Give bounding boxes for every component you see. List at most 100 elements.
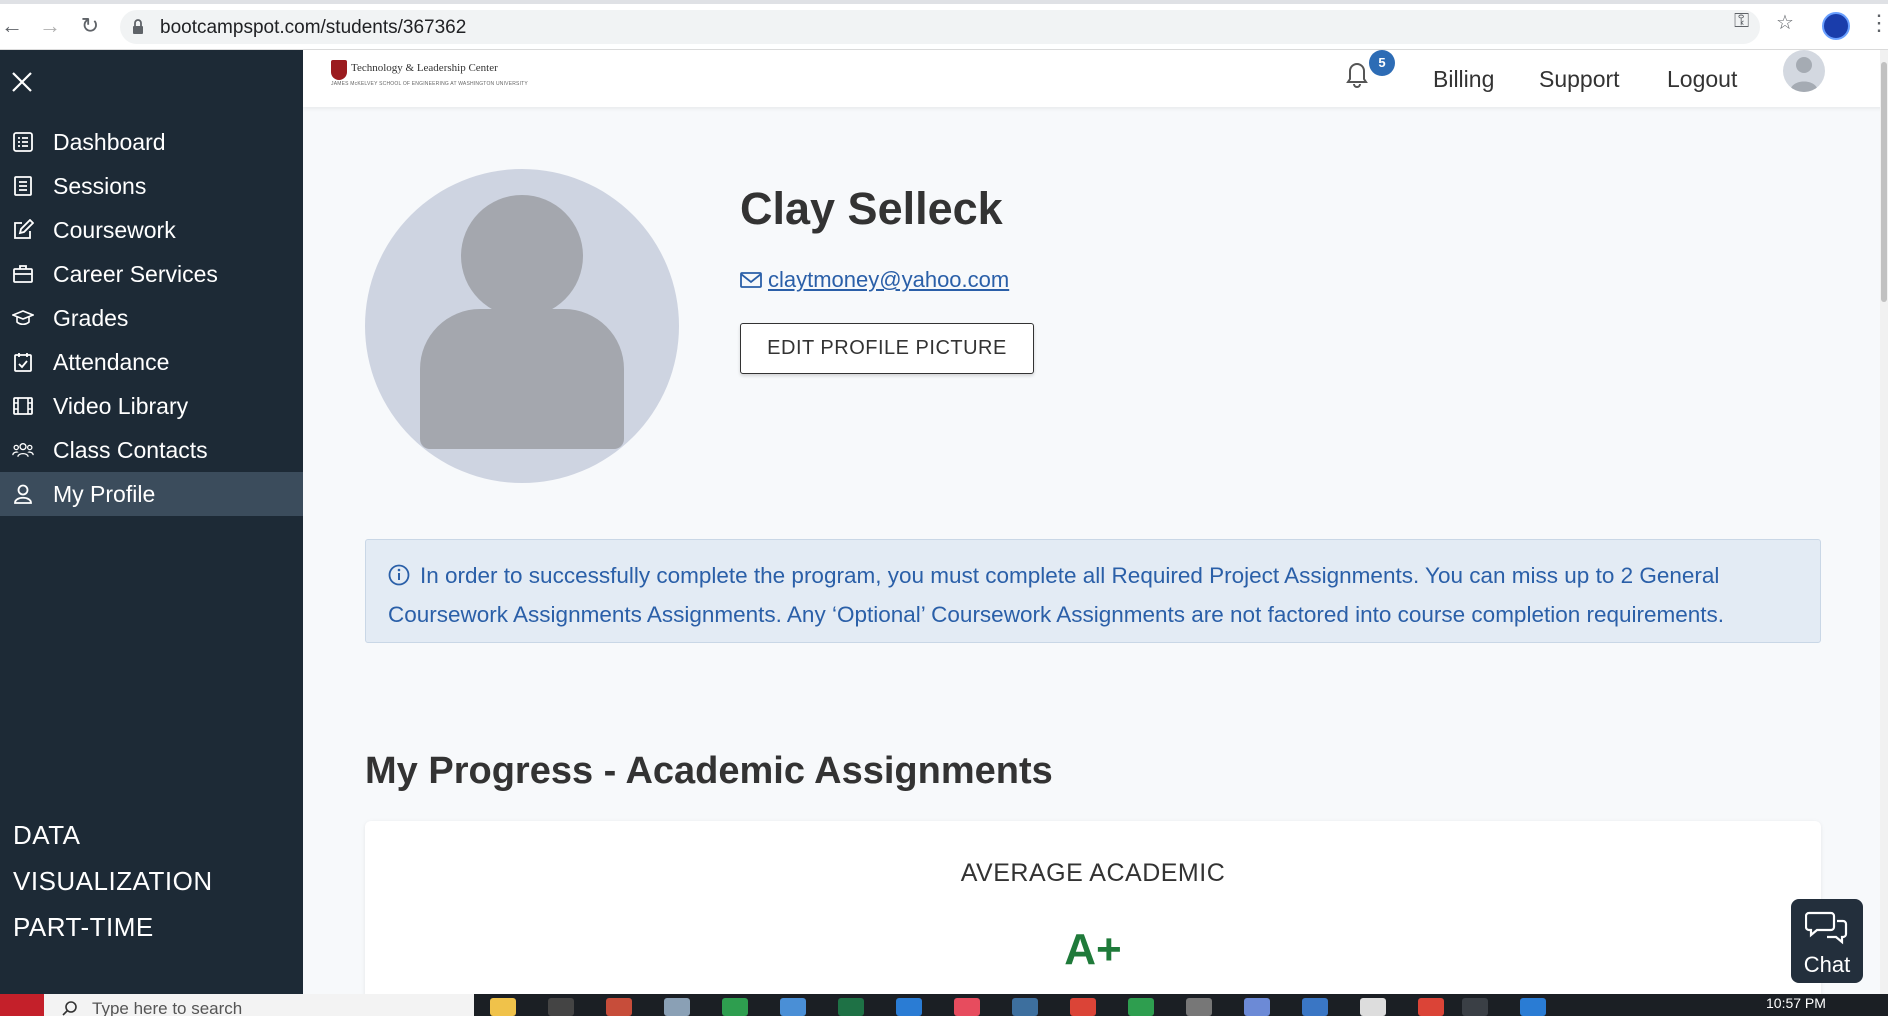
sidebar-item-label: Attendance: [53, 348, 170, 375]
sidebar-item-grades[interactable]: Grades: [0, 296, 303, 340]
sidebar-item-label: Career Services: [53, 260, 218, 287]
briefcase-icon: [12, 263, 34, 285]
sidebar-item-label: Grades: [53, 304, 129, 331]
chrome-icon[interactable]: [1070, 998, 1096, 1016]
main-content: Clay Selleck claytmoney@yahoo.com EDIT P…: [303, 107, 1888, 1011]
profile-picture: [365, 169, 679, 483]
info-icon: [388, 564, 410, 586]
taskbar-search[interactable]: Type here to search: [44, 994, 474, 1016]
chat-button[interactable]: Chat: [1791, 899, 1863, 983]
sidebar-item-class-contacts[interactable]: Class Contacts: [0, 428, 303, 472]
excel-icon[interactable]: [838, 998, 864, 1016]
sidebar-item-sessions[interactable]: Sessions: [0, 164, 303, 208]
app-icon[interactable]: [1360, 998, 1386, 1016]
system-clock: 10:57 PM: [1766, 995, 1826, 1011]
document-icon: [12, 175, 34, 197]
app-icon[interactable]: [1128, 998, 1154, 1016]
chrome-icon[interactable]: [1418, 998, 1444, 1016]
average-grade-card: AVERAGE ACADEMIC A+: [365, 821, 1821, 1011]
start-button[interactable]: [0, 994, 44, 1016]
sidebar-item-attendance[interactable]: Attendance: [0, 340, 303, 384]
crest-icon: [331, 60, 347, 80]
reload-icon[interactable]: ↻: [78, 14, 102, 38]
paint-icon[interactable]: [606, 998, 632, 1016]
edit-profile-picture-button[interactable]: EDIT PROFILE PICTURE: [740, 323, 1034, 374]
info-alert: In order to successfully complete the pr…: [365, 539, 1821, 643]
back-icon[interactable]: ←: [0, 14, 24, 38]
users-icon: [12, 439, 34, 461]
sidebar-item-label: Sessions: [53, 172, 147, 199]
sidebar-item-label: My Profile: [53, 480, 156, 507]
envelope-icon: [740, 272, 762, 288]
university-logo[interactable]: Technology & Leadership Center JAMES McK…: [331, 60, 528, 90]
file-explorer-icon[interactable]: [490, 998, 516, 1016]
sidebar-item-label: Coursework: [53, 216, 176, 243]
lock-icon: [133, 19, 143, 34]
sidebar-item-dashboard[interactable]: Dashboard: [0, 120, 303, 164]
app-icon[interactable]: [1462, 998, 1488, 1016]
logout-link[interactable]: Logout: [1667, 66, 1737, 93]
billing-link[interactable]: Billing: [1433, 66, 1494, 93]
sidebar-item-my-profile[interactable]: My Profile: [0, 472, 303, 516]
app-icon[interactable]: [1244, 998, 1270, 1016]
mail-icon[interactable]: [1302, 998, 1328, 1016]
sidebar-item-career-services[interactable]: Career Services: [0, 252, 303, 296]
program-name: DATA VISUALIZATION PART-TIME: [13, 812, 213, 950]
bookmark-star-icon[interactable]: ☆: [1776, 10, 1794, 35]
app-icon[interactable]: [1186, 998, 1212, 1016]
email-text: claytmoney@yahoo.com: [768, 267, 1010, 292]
terminal-icon[interactable]: [548, 998, 574, 1016]
scrollbar-thumb[interactable]: [1881, 62, 1887, 302]
program-line: PART-TIME: [13, 912, 154, 942]
average-grade: A+: [1064, 925, 1122, 974]
program-line: DATA: [13, 820, 81, 850]
sidebar-item-label: Video Library: [53, 392, 189, 419]
sidebar: Dashboard Sessions Coursework Career Ser…: [0, 50, 303, 994]
section-title: My Progress - Academic Assignments: [365, 750, 1053, 792]
graduation-cap-icon: [12, 307, 34, 329]
git-icon[interactable]: [722, 998, 748, 1016]
help-icon[interactable]: [1520, 998, 1546, 1016]
os-taskbar: Type here to search 10:57 PM: [0, 994, 1888, 1016]
list-icon: [12, 131, 34, 153]
vscode-icon[interactable]: [896, 998, 922, 1016]
sidebar-item-label: Class Contacts: [53, 436, 208, 463]
logo-subtitle: JAMES McKELVEY SCHOOL OF ENGINEERING AT …: [331, 81, 528, 87]
alert-text: In order to successfully complete the pr…: [388, 563, 1725, 627]
key-icon[interactable]: ⚿: [1734, 10, 1749, 33]
notepad-icon[interactable]: [664, 998, 690, 1016]
avatar[interactable]: [1783, 50, 1825, 92]
tab-strip-edge: [0, 0, 1888, 4]
logo-title: Technology & Leadership Center: [351, 62, 498, 74]
music-icon[interactable]: [954, 998, 980, 1016]
search-icon: [62, 1001, 77, 1016]
bell-icon[interactable]: [1343, 58, 1371, 88]
chat-label: Chat: [1803, 952, 1851, 977]
edit-icon: [12, 219, 34, 241]
program-line: VISUALIZATION: [13, 866, 213, 896]
postgres-icon[interactable]: [1012, 998, 1038, 1016]
page-scrollbar[interactable]: [1880, 50, 1888, 994]
email-link[interactable]: claytmoney@yahoo.com: [740, 267, 1009, 293]
url-text: bootcampspot.com/students/367362: [160, 17, 467, 38]
notification-badge: 5: [1369, 50, 1395, 76]
support-link[interactable]: Support: [1539, 66, 1620, 93]
sidebar-item-video-library[interactable]: Video Library: [0, 384, 303, 428]
top-header: Technology & Leadership Center JAMES McK…: [303, 50, 1888, 107]
more-menu-icon[interactable]: ⋮: [1868, 10, 1888, 36]
address-bar[interactable]: bootcampspot.com/students/367362: [120, 10, 1760, 44]
card-label: AVERAGE ACADEMIC: [960, 859, 1226, 887]
sidebar-nav: Dashboard Sessions Coursework Career Ser…: [0, 120, 303, 516]
profile-name: Clay Selleck: [740, 183, 1003, 234]
forward-icon[interactable]: →: [38, 14, 62, 38]
user-icon: [12, 483, 34, 505]
taskbar-search-placeholder: Type here to search: [92, 999, 243, 1016]
chat-bubbles-icon: [1804, 911, 1848, 945]
calendar-check-icon: [12, 351, 34, 373]
slack-icon[interactable]: [780, 998, 806, 1016]
profile-extension-icon[interactable]: [1822, 12, 1850, 40]
film-icon: [12, 395, 34, 417]
sidebar-item-coursework[interactable]: Coursework: [0, 208, 303, 252]
sidebar-item-label: Dashboard: [53, 128, 166, 155]
close-icon[interactable]: [10, 70, 34, 94]
